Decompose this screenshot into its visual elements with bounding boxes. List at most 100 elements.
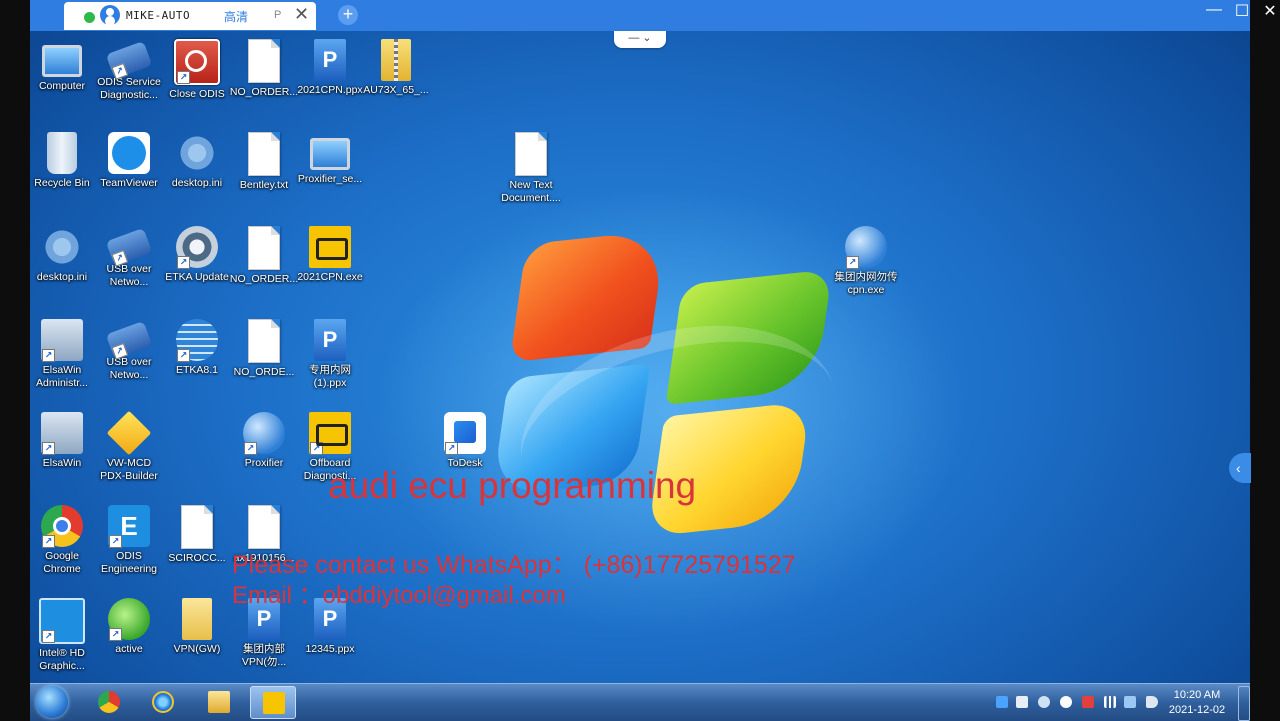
quality-toggle[interactable]: 高清 — [224, 8, 248, 25]
desktop-icon-todesk[interactable]: ↗ ToDesk — [429, 412, 501, 470]
desktop-icon-private-intranet-ppx[interactable]: P 专用内网(1).ppx — [294, 319, 366, 390]
shortcut-arrow-icon: ↗ — [109, 535, 122, 548]
close-odis-icon: ↗ — [174, 39, 220, 85]
desktop-icon-etka-update[interactable]: ↗ ETKA Update — [161, 226, 233, 284]
desktop-icon-no-order-3[interactable]: NO_ORDE... — [228, 319, 300, 379]
desktop-icon-desktop-ini-2[interactable]: desktop.ini — [161, 132, 233, 190]
installer-icon — [310, 138, 350, 170]
recycle-bin-icon — [47, 132, 77, 174]
client-title-bar: MIKE-AUTO 高清 P ✕ + — ☐ ✕ — [30, 0, 1277, 31]
remote-desktop[interactable]: Computer Recycle Bin desktop.ini ↗ ElsaW… — [30, 31, 1250, 683]
desktop-icon-intel-graphics[interactable]: ↗ Intel® HD Graphic... — [30, 598, 98, 673]
desktop-icon-no-order-2[interactable]: NO_ORDER... — [228, 226, 300, 286]
tray-device-icon[interactable] — [1016, 696, 1028, 708]
shortcut-arrow-icon: ↗ — [177, 256, 190, 269]
maximize-button[interactable]: ☐ — [1230, 1, 1254, 21]
taskbar-explorer-button[interactable] — [196, 686, 242, 719]
tray-network-error-icon[interactable] — [1082, 696, 1094, 708]
close-window-button[interactable]: ✕ — [1258, 1, 1280, 21]
text-file-icon — [181, 505, 213, 549]
desktop-icon-usb-over-network-1[interactable]: ↗ USB over Netwo... — [93, 226, 165, 289]
desktop-icon-bentley-txt[interactable]: Bentley.txt — [228, 132, 300, 192]
desktop-icon-close-odis[interactable]: ↗ Close ODIS — [161, 39, 233, 101]
session-name: MIKE-AUTO — [126, 9, 191, 22]
desktop-icon-google-chrome[interactable]: ↗ Google Chrome — [30, 505, 98, 576]
show-desktop-button[interactable] — [1238, 686, 1250, 721]
desktop-icon-vpn-gw[interactable]: VPN(GW) — [161, 598, 233, 656]
desktop-icon-usb-over-network-2[interactable]: ↗ USB over Netwo... — [93, 319, 165, 382]
taskbar-offboard-diagnostic-button[interactable] — [250, 686, 296, 719]
desktop-icon-2021cpn-exe[interactable]: 2021CPN.exe — [294, 226, 366, 284]
tray-todesk-icon[interactable] — [1060, 696, 1072, 708]
desktop-icon-elsawin-admin[interactable]: ↗ ElsaWin Administr... — [30, 319, 98, 390]
desktop-icon-scirocco[interactable]: SCIROCC... — [161, 505, 233, 565]
tray-signal-icon[interactable] — [1104, 696, 1116, 708]
shortcut-arrow-icon: ↗ — [42, 442, 55, 455]
etka-icon: ↗ — [176, 226, 218, 269]
remote-client-window: MIKE-AUTO 高清 P ✕ + — ☐ ✕ Computer Recycl… — [0, 0, 1280, 721]
zip-archive-icon — [381, 39, 411, 81]
folder-icon — [182, 598, 212, 640]
desktop-icon-odis-engineering[interactable]: E ↗ ODIS Engineering — [93, 505, 165, 576]
desktop-icon-proxifier-setup[interactable]: Proxifier_se... — [294, 132, 366, 186]
add-session-button[interactable]: + — [338, 5, 358, 25]
desktop-icon-no-order-1[interactable]: NO_ORDER... — [228, 39, 300, 99]
proxifier-icon: ↗ — [243, 412, 285, 455]
package-icon — [106, 410, 152, 456]
tray-volume-icon[interactable] — [1146, 696, 1158, 708]
ppx-file-icon: P — [314, 319, 346, 361]
desktop-icon-odis-service[interactable]: ↗ ODIS Service Diagnostic... — [93, 39, 165, 102]
taskbar-ie-button[interactable] — [140, 686, 186, 719]
desktop-icon-active[interactable]: ↗ active — [93, 598, 165, 656]
tray-display-icon[interactable] — [1124, 696, 1136, 708]
settings-file-icon — [176, 132, 218, 174]
desktop-icon-etka81[interactable]: ↗ ETKA8.1 — [161, 319, 233, 377]
remote-toolbar-toggle[interactable]: — ⌄ — [614, 31, 666, 48]
intel-graphics-icon: ↗ — [39, 598, 85, 644]
engine-check-icon: ↗ — [309, 412, 351, 455]
tray-windows-flag-icon[interactable] — [996, 696, 1008, 708]
desktop-icon-teamviewer[interactable]: TeamViewer — [93, 132, 165, 190]
shortcut-arrow-icon: ↗ — [42, 349, 55, 362]
usb-network-icon: ↗ — [105, 320, 153, 360]
elsawin-icon: ↗ — [41, 412, 83, 455]
desktop-icon-au73x-zip[interactable]: AU73X_65_... — [360, 39, 432, 97]
proxifier-icon: ↗ — [845, 226, 887, 269]
close-tab-icon[interactable]: ✕ — [294, 4, 309, 25]
engine-check-icon — [309, 226, 351, 268]
shortcut-arrow-icon: ↗ — [42, 535, 55, 548]
shortcut-arrow-icon: ↗ — [177, 71, 190, 84]
desktop-icon-2021cpn-ppx[interactable]: P 2021CPN.ppx — [294, 39, 366, 97]
desktop-icon-desktop-ini[interactable]: desktop.ini — [30, 226, 98, 284]
desktop-icon-proxifier[interactable]: ↗ Proxifier — [228, 412, 300, 470]
desktop-icon-group-intranet-cpn[interactable]: ↗ 集团内网勿传cpn.exe — [830, 226, 902, 297]
desktop-icon-new-text-document[interactable]: New Text Document.... — [495, 132, 567, 205]
odis-service-icon: ↗ — [105, 40, 153, 80]
desktop-icon-recycle-bin[interactable]: Recycle Bin — [30, 132, 98, 190]
shortcut-arrow-icon: ↗ — [445, 442, 458, 455]
side-panel-handle[interactable]: ‹ — [1229, 453, 1251, 483]
desktop-icon-vw-mcd-pdx-builder[interactable]: VW-MCD PDX-Builder — [93, 410, 165, 483]
minimize-button[interactable]: — — [1202, 1, 1226, 19]
text-file-icon — [248, 132, 280, 176]
shortcut-arrow-icon: ↗ — [42, 630, 55, 643]
shortcut-arrow-icon: ↗ — [109, 628, 122, 641]
taskbar-chrome-button[interactable] — [86, 686, 132, 719]
internet-explorer-icon — [152, 691, 174, 713]
desktop-icon-computer[interactable]: Computer — [30, 39, 98, 93]
folder-icon — [208, 691, 230, 713]
session-tab[interactable]: MIKE-AUTO 高清 P ✕ — [64, 2, 316, 30]
clock-time[interactable]: 10:20 AM — [1162, 689, 1232, 701]
tray-bluetooth-icon[interactable] — [1038, 696, 1050, 708]
text-file-icon — [248, 319, 280, 363]
elsawin-icon: ↗ — [41, 319, 83, 362]
clock-date[interactable]: 2021-12-02 — [1162, 704, 1232, 716]
odis-engineering-icon: E ↗ — [108, 505, 150, 548]
start-button[interactable] — [36, 686, 68, 718]
desktop-icon-elsawin[interactable]: ↗ ElsaWin — [30, 412, 98, 470]
taskbar: 10:20 AM 2021-12-02 — [30, 683, 1250, 721]
chrome-icon — [98, 691, 120, 713]
engine-check-icon — [263, 692, 285, 714]
user-avatar-icon — [100, 5, 120, 25]
text-file-icon — [248, 505, 280, 549]
